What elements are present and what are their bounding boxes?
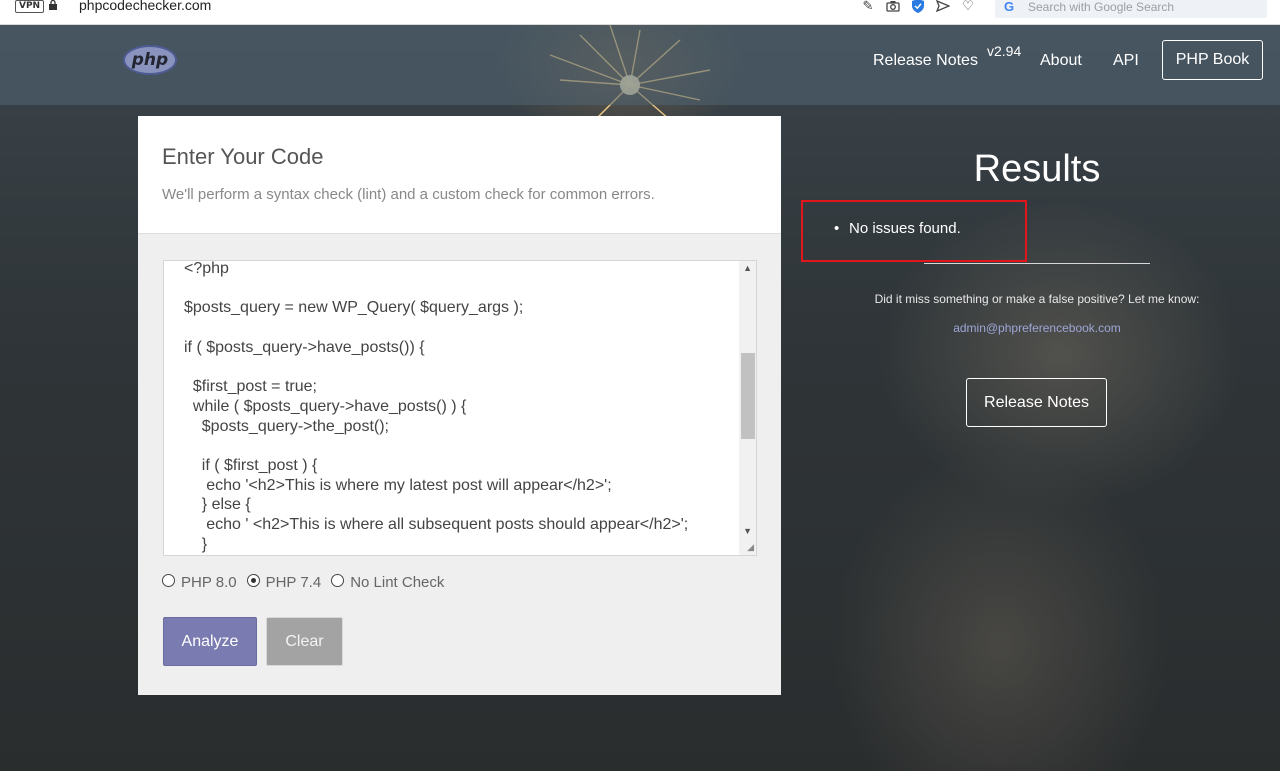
results-divider bbox=[924, 263, 1150, 264]
toolbar-icons: ✎ ♡ bbox=[860, 0, 976, 14]
lock-icon bbox=[49, 0, 57, 10]
feedback-text: Did it miss something or make a false po… bbox=[874, 292, 1200, 306]
code-line: $posts_query = new WP_Query( $query_args… bbox=[184, 299, 524, 317]
code-content: <?php $posts_query = new WP_Query( $quer… bbox=[184, 260, 689, 555]
code-scrollbar[interactable]: ▲ ▼ bbox=[739, 261, 756, 555]
code-input-card: Enter Your Code We'll perform a syntax c… bbox=[138, 116, 781, 695]
list-bullet: • bbox=[834, 220, 840, 237]
php-version-radios: PHP 8.0 PHP 7.4 No Lint Check bbox=[162, 574, 454, 591]
code-line: $first_post = true; bbox=[184, 378, 317, 396]
code-line: if ( $posts_query->have_posts()) { bbox=[184, 338, 425, 356]
card-subtitle: We'll perform a syntax check (lint) and … bbox=[162, 186, 655, 203]
clear-button[interactable]: Clear bbox=[266, 617, 343, 666]
camera-icon[interactable] bbox=[885, 0, 901, 14]
release-notes-button[interactable]: Release Notes bbox=[966, 378, 1107, 427]
nav-about[interactable]: About bbox=[1040, 52, 1082, 70]
results-title: Results bbox=[973, 148, 1101, 190]
code-line: $posts_query->the_post(); bbox=[184, 417, 389, 435]
code-textarea[interactable]: <?php $posts_query = new WP_Query( $quer… bbox=[163, 260, 757, 556]
site-navbar: php Release Notes v2.94 About API PHP Bo… bbox=[0, 25, 1280, 105]
nav-version: v2.94 bbox=[987, 43, 1022, 59]
scroll-up-icon[interactable]: ▲ bbox=[743, 263, 752, 273]
edit-icon[interactable]: ✎ bbox=[860, 0, 876, 14]
scroll-down-icon[interactable]: ▼ bbox=[743, 526, 752, 536]
heart-icon[interactable]: ♡ bbox=[960, 0, 976, 14]
radio-php-80[interactable] bbox=[162, 574, 175, 587]
search-placeholder: Search with Google Search bbox=[1028, 0, 1175, 14]
shield-icon[interactable] bbox=[910, 0, 926, 14]
analyze-button[interactable]: Analyze bbox=[163, 617, 257, 666]
code-line: echo ' <h2>This is where all subsequent … bbox=[184, 516, 689, 534]
code-line: <?php bbox=[184, 260, 229, 277]
php-logo-text: php bbox=[131, 50, 169, 70]
code-line: } bbox=[184, 535, 208, 553]
radio-php-74[interactable] bbox=[246, 574, 260, 587]
nav-api[interactable]: API bbox=[1113, 52, 1139, 70]
radio-no-lint[interactable] bbox=[331, 574, 345, 587]
code-line: while ( $posts_query->have_posts() ) { bbox=[184, 397, 467, 415]
radio-label-no-lint: No Lint Check bbox=[350, 574, 445, 591]
resize-grip-icon[interactable]: ◢ bbox=[747, 542, 754, 553]
vpn-badge[interactable]: VPN bbox=[15, 0, 45, 13]
card-title: Enter Your Code bbox=[162, 144, 324, 169]
nav-php-book-button[interactable]: PHP Book bbox=[1162, 40, 1263, 80]
contact-email-link[interactable]: admin@phpreferencebook.com bbox=[837, 321, 1237, 335]
address-bar-url[interactable]: phpcodechecker.com bbox=[79, 0, 211, 13]
code-line: echo '<h2>This is where my latest post w… bbox=[184, 476, 612, 494]
google-logo-icon: G bbox=[1004, 0, 1015, 14]
code-line: } else { bbox=[184, 496, 251, 514]
radio-label-php-74: PHP 7.4 bbox=[265, 574, 322, 591]
nav-release-notes[interactable]: Release Notes bbox=[873, 52, 978, 70]
google-search-box[interactable]: G Search with Google Search bbox=[995, 0, 1267, 18]
result-issue-item: No issues found. bbox=[849, 220, 961, 237]
php-logo[interactable]: php bbox=[123, 45, 177, 75]
card-header: Enter Your Code We'll perform a syntax c… bbox=[138, 116, 781, 234]
browser-toolbar: VPN phpcodechecker.com ✎ ♡ G Search with… bbox=[0, 0, 1280, 25]
radio-label-php-80: PHP 8.0 bbox=[181, 574, 237, 591]
send-icon[interactable] bbox=[935, 0, 951, 14]
scroll-thumb[interactable] bbox=[741, 353, 755, 439]
code-line: if ( $first_post ) { bbox=[184, 457, 318, 475]
